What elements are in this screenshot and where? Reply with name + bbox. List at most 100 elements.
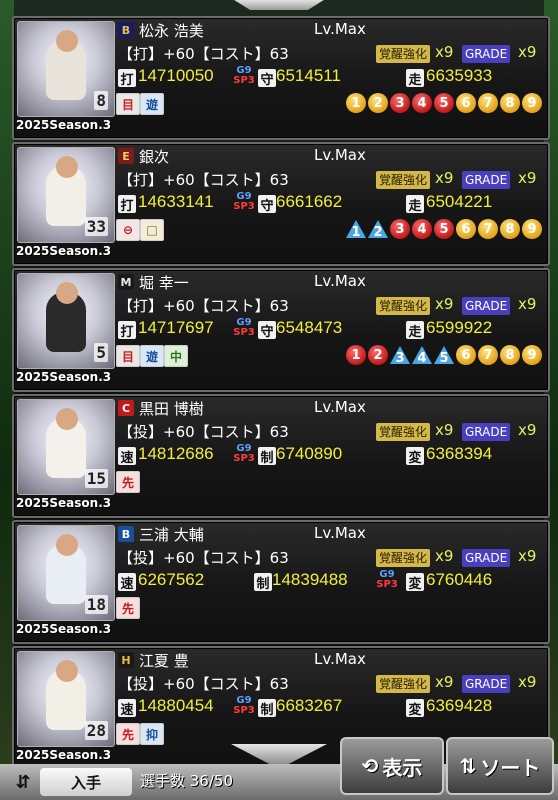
- player-head: [56, 408, 78, 430]
- player-level: Lv.Max: [314, 524, 366, 542]
- batting-order-slot: 9: [522, 93, 542, 113]
- player-portrait: 28: [17, 651, 115, 747]
- display-button[interactable]: ⟲ 表示: [340, 737, 444, 795]
- batting-order-number: 5: [439, 221, 449, 237]
- batting-order-number: 7: [483, 221, 493, 237]
- position-badge: 中: [164, 345, 188, 367]
- batting-order: 123456789: [346, 345, 542, 366]
- awakening-multiplier: x9: [435, 169, 454, 187]
- batting-order-number: 9: [527, 95, 537, 111]
- batting-order-number: 5: [439, 95, 449, 111]
- stat-label: 制: [258, 699, 276, 718]
- player-name: 黒田 博樹: [139, 400, 204, 418]
- player-head: [56, 156, 78, 178]
- batting-order-slot: 4: [412, 219, 432, 239]
- stat-label: 打: [118, 321, 136, 340]
- awakening-multiplier: x9: [435, 295, 454, 313]
- grade-badge: GRADE: [462, 45, 511, 63]
- batting-order-slot: 1: [346, 219, 366, 240]
- sort-button[interactable]: ⇅ ソート: [446, 737, 554, 795]
- stat-label: 守: [258, 69, 276, 88]
- grade-multiplier: x9: [518, 547, 537, 565]
- position-badge: ⊖: [116, 219, 140, 241]
- stat-value: 6683267: [276, 696, 343, 715]
- batting-order-slot: 8: [500, 93, 520, 113]
- team-logo-icon: H: [118, 652, 134, 668]
- player-portrait: 5: [17, 273, 115, 369]
- g9-sp3-marker: G9 SP3: [233, 318, 255, 338]
- player-level: Lv.Max: [314, 272, 366, 290]
- sort-order-label: 入手: [70, 773, 101, 792]
- season-label: 2025Season.3: [16, 118, 112, 132]
- grade-multiplier: x9: [518, 295, 537, 313]
- batting-order-slot: 7: [478, 219, 498, 239]
- grade-badge: GRADE: [462, 297, 511, 315]
- jersey-number: 28: [84, 721, 108, 740]
- batting-order-slot: 5: [434, 219, 454, 239]
- awakening-badge: 覚醒強化: [376, 423, 431, 441]
- batting-order-slot: 4: [412, 93, 432, 113]
- batting-order-slot: 5: [434, 93, 454, 113]
- batting-order-slot: 9: [522, 345, 542, 365]
- awakening-badge: 覚醒強化: [376, 45, 431, 63]
- batting-order-number: 8: [505, 95, 515, 111]
- batting-order-slot: 2: [368, 219, 388, 240]
- stat-value: 6369428: [426, 696, 493, 715]
- player-head: [56, 30, 78, 52]
- awakening-badge: 覚醒強化: [376, 171, 431, 189]
- stat-value: 6740890: [276, 444, 343, 463]
- batting-order-slot: 2: [368, 345, 388, 365]
- player-card[interactable]: 18 2025Season.3 B 三浦 大輔 Lv.Max 【投】+60【コスト】63 覚…: [12, 520, 550, 644]
- grade-multiplier: x9: [518, 673, 537, 691]
- batting-order-slot: 6: [456, 93, 476, 113]
- sp3-label: SP3: [233, 705, 255, 716]
- season-label: 2025Season.3: [16, 244, 112, 258]
- batting-order-number: 9: [527, 221, 537, 237]
- stat-label: 打: [118, 195, 136, 214]
- batting-order-number: 3: [395, 221, 405, 237]
- player-count: 選手数 36/50: [140, 772, 233, 790]
- stat-value: 6599922: [426, 318, 493, 337]
- stat-label: 守: [258, 195, 276, 214]
- batting-order-number: 3: [395, 350, 405, 366]
- player-type-cost: 【打】+60【コスト】63: [118, 45, 289, 63]
- batting-order: 123456789: [346, 93, 542, 113]
- position-badge: 遊: [140, 93, 164, 115]
- batting-order-slot: 8: [500, 345, 520, 365]
- batting-order-slot: 6: [456, 219, 476, 239]
- awakening-multiplier: x9: [435, 673, 454, 691]
- stat-label: 変: [406, 699, 424, 718]
- player-card[interactable]: 8 2025Season.3 B 松永 浩美 Lv.Max 【打】+60【コスト】63 覚醒…: [12, 16, 550, 140]
- batting-order-slot: 7: [478, 345, 498, 365]
- player-card[interactable]: 33 2025Season.3 E 銀次 Lv.Max 【打】+60【コスト】63 覚醒強化…: [12, 142, 550, 266]
- player-portrait: 15: [17, 399, 115, 495]
- g9-sp3-marker: G9 SP3: [376, 570, 398, 590]
- position-badge: 先: [116, 471, 140, 493]
- stat-label: 制: [258, 447, 276, 466]
- player-portrait: 8: [17, 21, 115, 117]
- position-badge: 目: [116, 93, 140, 115]
- jersey-number: 18: [84, 595, 108, 614]
- stat-value: 6635933: [426, 66, 493, 85]
- player-type-cost: 【投】+60【コスト】63: [118, 549, 289, 567]
- batting-order-number: 4: [417, 350, 427, 366]
- season-label: 2025Season.3: [16, 622, 112, 636]
- g9-sp3-marker: G9 SP3: [233, 66, 255, 86]
- player-card[interactable]: 15 2025Season.3 C 黒田 博樹 Lv.Max 【投】+60【コスト】63 覚…: [12, 394, 550, 518]
- grade-badge: GRADE: [462, 675, 511, 693]
- team-logo-icon: M: [118, 274, 134, 290]
- grade-badge: GRADE: [462, 423, 511, 441]
- filter-button[interactable]: ⇵: [8, 768, 38, 796]
- stat-label: 速: [118, 447, 136, 466]
- sort-button-label: ソート: [480, 755, 541, 780]
- player-level: Lv.Max: [314, 398, 366, 416]
- batting-order-number: 8: [505, 221, 515, 237]
- player-name: 堀 幸一: [139, 274, 189, 292]
- jersey-number: 8: [94, 91, 108, 110]
- g9-sp3-marker: G9 SP3: [233, 696, 255, 716]
- player-card[interactable]: 5 2025Season.3 M 堀 幸一 Lv.Max 【打】+60【コスト】63 覚醒強…: [12, 268, 550, 392]
- player-head: [56, 660, 78, 682]
- sort-icon: ⇅: [459, 754, 477, 778]
- sort-order-tab[interactable]: 入手: [40, 768, 132, 796]
- batting-order-number: 2: [373, 347, 383, 363]
